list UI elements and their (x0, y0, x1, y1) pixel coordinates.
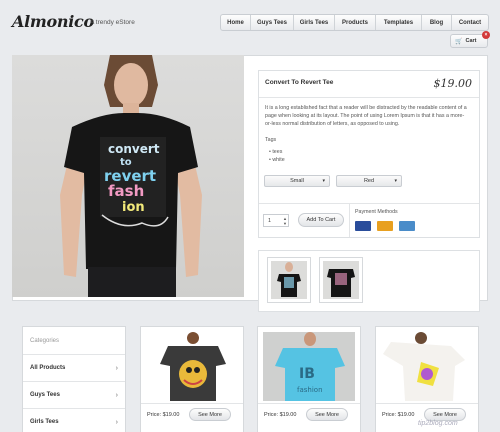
product-card[interactable]: Price: $19.00 See More (375, 326, 479, 432)
svg-text:fashion: fashion (297, 386, 323, 394)
nav-contact[interactable]: Contact (452, 15, 488, 30)
category-girls-tees[interactable]: Girls Tees › (23, 409, 125, 432)
svg-text:fash: fash (108, 182, 144, 200)
quantity-stepper[interactable]: 1 ▲ ▼ (263, 214, 289, 227)
nav-products[interactable]: Products (335, 15, 376, 30)
nav-guys-tees[interactable]: Guys Tees (251, 15, 294, 30)
product-card[interactable]: IB fashion Price: $19.00 See More (257, 326, 361, 432)
site-logo[interactable]: Almonico (12, 12, 94, 31)
categories-panel: Categories All Products › Guys Tees › Girl… (22, 326, 126, 432)
product-image[interactable]: IB fashion (263, 332, 355, 401)
divider (259, 203, 479, 204)
svg-text:ion: ion (122, 200, 145, 215)
chevron-updown-icon: ▾ (322, 178, 325, 184)
cart-button[interactable]: 🛒 Cart × (450, 31, 490, 48)
product-price: Price: $19.00 (147, 412, 180, 418)
see-more-button[interactable]: See More (189, 408, 231, 421)
svg-text:IB: IB (299, 366, 315, 382)
product-card[interactable]: Price: $19.00 See More (140, 326, 244, 432)
nav-home[interactable]: Home (221, 15, 251, 30)
product-description: It is a long established fact that a rea… (265, 105, 467, 127)
product-price: Price: $19.00 (382, 412, 415, 418)
product-price: $19.00 (433, 77, 473, 90)
chevron-updown-icon: ▾ (394, 178, 397, 184)
thumbnail-strip (258, 250, 480, 312)
site-tagline: A trendy eStore (90, 19, 135, 26)
watermark: tip2blog.com (418, 420, 458, 427)
divider (141, 403, 243, 404)
tags-label: Tags (265, 137, 277, 143)
tag-item[interactable]: • white (269, 157, 285, 163)
product-hero-image: convert to revert fash ion (12, 55, 244, 297)
stepper-arrows-icon[interactable]: ▲ ▼ (283, 216, 287, 226)
add-to-cart-button[interactable]: Add To Cart (298, 213, 344, 227)
see-more-button[interactable]: See More (306, 408, 348, 421)
divider (259, 97, 479, 98)
mastercard-icon (377, 221, 393, 231)
chevron-right-icon: › (115, 364, 118, 372)
divider (376, 403, 478, 404)
product-thumbnail[interactable] (267, 257, 311, 303)
size-select[interactable]: Small ▾ (264, 175, 330, 187)
cart-label: Cart (465, 38, 477, 44)
product-thumbnail[interactable] (319, 257, 363, 303)
tag-item[interactable]: • tees (269, 149, 282, 155)
product-image[interactable] (146, 332, 238, 401)
nav-girls-tees[interactable]: Girls Tees (294, 15, 335, 30)
close-icon[interactable]: × (482, 31, 490, 39)
product-price: Price: $19.00 (264, 412, 297, 418)
categories-heading: Categories (23, 327, 125, 355)
svg-text:convert: convert (108, 142, 160, 156)
chevron-right-icon: › (115, 391, 118, 399)
nav-templates[interactable]: Templates (376, 15, 422, 30)
chevron-right-icon: › (115, 418, 118, 426)
payment-methods-label: Payment Methods (355, 209, 398, 215)
divider (258, 403, 360, 404)
divider (349, 203, 350, 237)
category-guys-tees[interactable]: Guys Tees › (23, 382, 125, 409)
color-select[interactable]: Red ▾ (336, 175, 402, 187)
cart-icon: 🛒 (455, 38, 463, 45)
nav-blog[interactable]: Blog (422, 15, 452, 30)
amex-card-icon (399, 221, 415, 231)
product-image[interactable] (381, 332, 473, 401)
product-title: Convert To Revert Tee (265, 79, 334, 86)
main-nav: Home Guys Tees Girls Tees Products Templ… (220, 14, 489, 31)
category-all-products[interactable]: All Products › (23, 355, 125, 382)
product-info-box: Convert To Revert Tee $19.00 It is a lon… (258, 70, 480, 238)
visa-card-icon (355, 221, 371, 231)
